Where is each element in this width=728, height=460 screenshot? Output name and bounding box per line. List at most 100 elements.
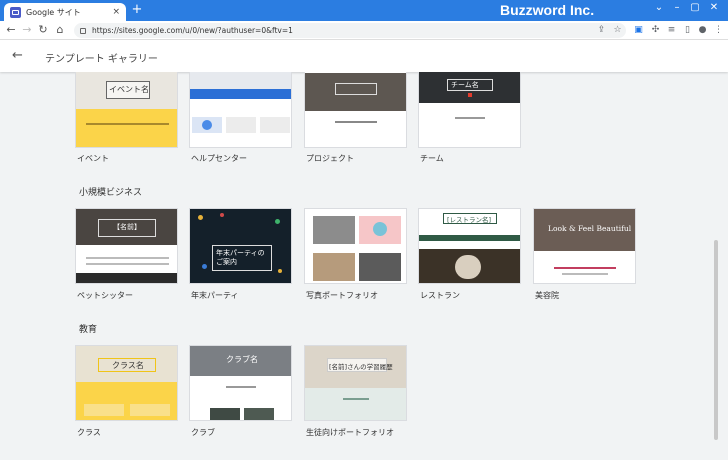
share-icon[interactable]: ⇪	[596, 25, 607, 36]
template-label-beauty-salon: 美容院	[535, 291, 559, 300]
profile-icon[interactable]: ●	[697, 25, 708, 36]
template-card-project[interactable]	[304, 72, 407, 148]
url-text: https://sites.google.com/u/0/new/?authus…	[92, 26, 293, 35]
club-photo-3	[244, 408, 274, 420]
help-tile-icon	[202, 120, 212, 130]
template-card-help-center[interactable]	[189, 72, 292, 148]
browser-tab[interactable]: Google サイト ×	[4, 3, 126, 21]
team-thumb-title: チーム名	[451, 81, 479, 89]
class-tile-2	[130, 404, 170, 416]
template-card-pet-sitter[interactable]: 【名前】	[75, 208, 178, 284]
side-panel-icon[interactable]: ▯	[682, 25, 693, 36]
party-thumb-title: 年末パーティのご案内	[216, 249, 265, 266]
puzzle-icon[interactable]: ✣	[650, 25, 661, 36]
new-tab-button[interactable]: +	[130, 3, 144, 17]
maximize-icon[interactable]: ▢	[688, 2, 702, 13]
menu-dots-icon[interactable]: ⋮	[713, 25, 724, 36]
restaurant-thumb-title: [レストラン名]	[447, 216, 492, 224]
event-yellow-band	[76, 109, 177, 147]
student-band	[305, 388, 406, 420]
class-tile-1	[84, 404, 124, 416]
salon-text-line	[562, 273, 608, 275]
student-text-line	[343, 398, 369, 400]
pet-footer	[76, 273, 177, 283]
club-photo-2	[210, 408, 240, 420]
template-label-club: クラブ	[191, 428, 215, 437]
portfolio-photo-4	[359, 253, 401, 281]
salon-pink-line	[554, 267, 616, 269]
template-label-project: プロジェクト	[306, 154, 354, 163]
template-label-restaurant: レストラン	[420, 291, 460, 300]
forward-arrow-icon[interactable]: →	[20, 23, 34, 37]
pet-text-line-1	[86, 257, 169, 259]
template-label-pet-sitter: ペットシッター	[77, 291, 133, 300]
template-label-team: チーム	[420, 154, 444, 163]
reload-icon[interactable]: ↻	[36, 23, 50, 37]
pet-thumb-title: 【名前】	[113, 223, 141, 231]
event-text-line	[86, 123, 169, 125]
browser-toolbar: ← → ↻ ⌂ https://sites.google.com/u/0/new…	[0, 21, 728, 40]
template-card-event[interactable]: イベント名	[75, 72, 178, 148]
party-light-4	[202, 264, 207, 269]
extension-icon[interactable]: ▣	[633, 25, 644, 36]
template-card-photo-portfolio[interactable]	[304, 208, 407, 284]
help-tile-2	[226, 117, 256, 133]
team-text-line	[455, 117, 485, 119]
back-arrow-icon[interactable]: ←	[4, 23, 18, 37]
tab-title: Google サイト	[26, 7, 81, 17]
template-label-year-end-party: 年末パーティ	[191, 291, 239, 300]
close-window-icon[interactable]: ✕	[707, 2, 721, 13]
template-card-team[interactable]: チーム名	[418, 72, 521, 148]
restaurant-plate	[455, 255, 481, 279]
event-thumb-title: イベント名	[109, 85, 149, 94]
section-title-education: 教育	[79, 325, 98, 335]
template-card-club[interactable]: クラブ名	[189, 345, 292, 421]
app-header: ← テンプレート ギャラリー	[0, 40, 728, 72]
template-label-student-portfolio: 生徒向けポートフォリオ	[306, 428, 394, 437]
chevron-down-icon[interactable]: ⌄	[652, 2, 666, 13]
google-sites-icon	[10, 6, 21, 18]
bookmark-star-icon[interactable]: ☆	[612, 25, 623, 36]
party-light-5	[278, 269, 282, 273]
portfolio-photo-3	[313, 253, 355, 281]
party-light-1	[198, 215, 203, 220]
template-card-restaurant[interactable]: [レストラン名]	[418, 208, 521, 284]
template-card-beauty-salon[interactable]: Look & Feel Beautiful	[533, 208, 636, 284]
help-tile-3	[260, 117, 290, 133]
close-tab-icon[interactable]: ×	[112, 7, 120, 17]
help-blue-band	[190, 89, 291, 99]
party-light-3	[275, 219, 280, 224]
project-title-box	[335, 83, 377, 95]
browser-titlebar: Google サイト × + Buzzword Inc. ⌄ – ▢ ✕	[0, 0, 728, 21]
club-text-line	[226, 386, 256, 388]
address-bar[interactable]: https://sites.google.com/u/0/new/?authus…	[74, 23, 626, 38]
student-thumb-title: [名前]さんの学習履歴	[329, 363, 393, 371]
reading-list-icon[interactable]: ≡	[666, 25, 677, 36]
project-text-line	[335, 121, 377, 123]
back-arrow-icon[interactable]: ←	[12, 48, 23, 64]
restaurant-green-band	[419, 235, 520, 241]
lock-icon	[80, 27, 86, 34]
party-light-2	[220, 213, 224, 217]
help-photo	[190, 72, 291, 89]
club-thumb-title: クラブ名	[226, 355, 258, 364]
template-label-event: イベント	[77, 154, 109, 163]
class-thumb-title: クラス名	[112, 361, 144, 370]
page-scrollbar[interactable]	[714, 240, 718, 440]
template-label-photo-portfolio: 写真ポートフォリオ	[306, 291, 378, 300]
template-card-class[interactable]: クラス名	[75, 345, 178, 421]
template-label-help-center: ヘルプセンター	[191, 154, 247, 163]
page-title: テンプレート ギャラリー	[45, 54, 158, 65]
pet-text-line-2	[86, 263, 169, 265]
template-gallery: イベント名 イベント ヘルプセンター プロジェクト チーム名 チーム 小規模ビジ…	[0, 72, 728, 460]
salon-thumb-title: Look & Feel Beautiful	[548, 224, 632, 233]
minimize-icon[interactable]: –	[670, 2, 684, 13]
section-title-small-business: 小規模ビジネス	[79, 188, 143, 198]
portfolio-photo-1	[313, 216, 355, 244]
brand-watermark: Buzzword Inc.	[500, 2, 595, 18]
portfolio-photo-cup	[373, 222, 387, 236]
home-icon[interactable]: ⌂	[53, 23, 67, 37]
team-accent	[468, 93, 472, 97]
template-card-student-portfolio[interactable]: [名前]さんの学習履歴	[304, 345, 407, 421]
template-card-year-end-party[interactable]: 年末パーティのご案内	[189, 208, 292, 284]
